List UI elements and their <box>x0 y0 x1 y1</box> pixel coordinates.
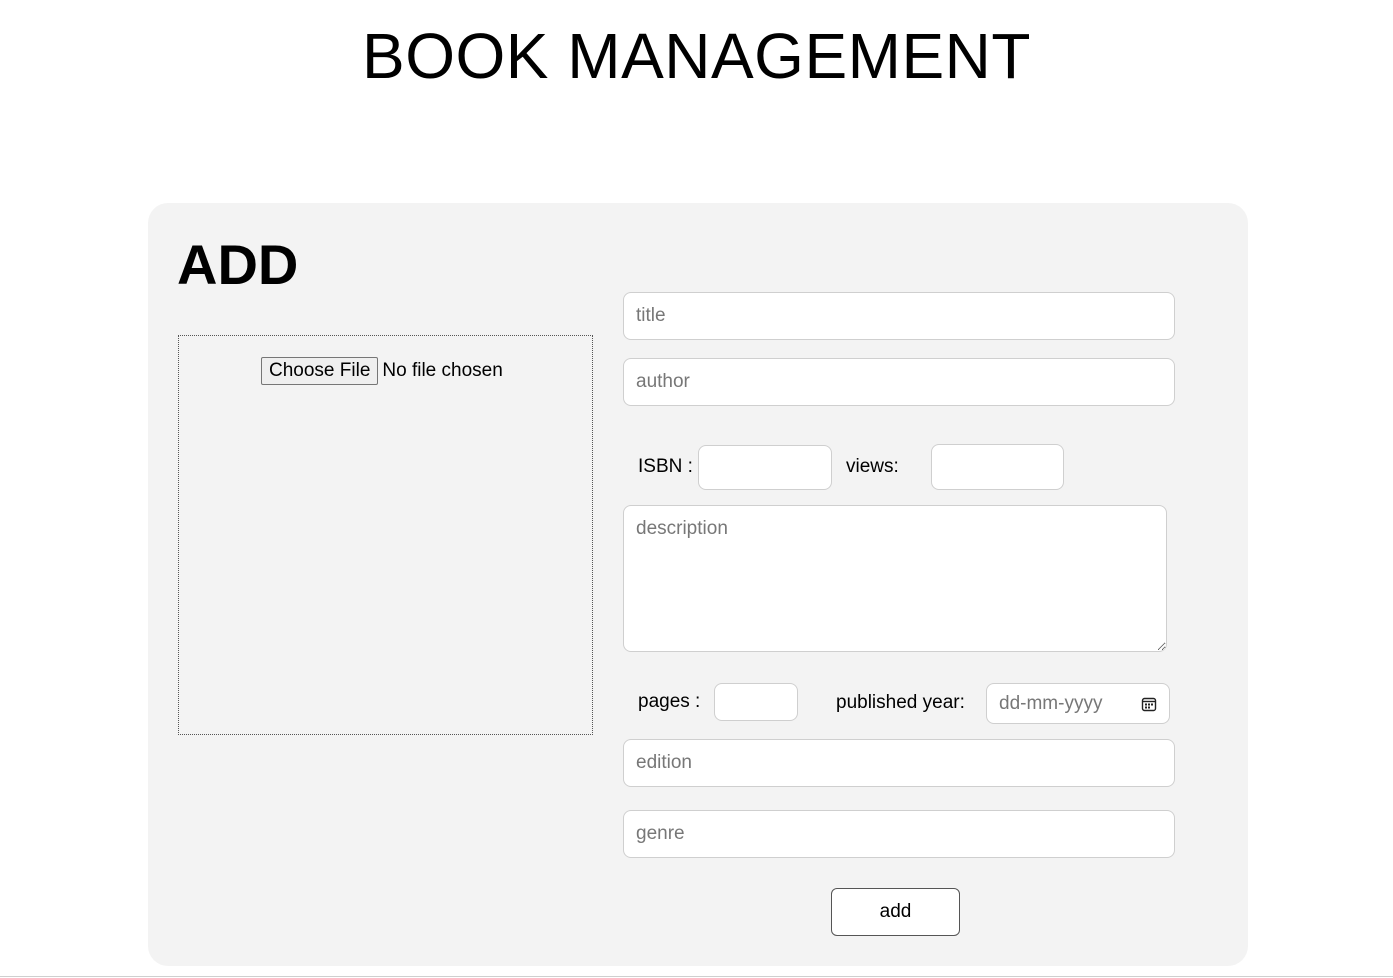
bottom-divider <box>0 976 1393 977</box>
choose-file-button[interactable]: Choose File <box>261 357 379 385</box>
date-placeholder: dd-mm-yyyy <box>999 692 1103 714</box>
page-title: BOOK MANAGEMENT <box>362 20 1031 92</box>
published-year-date-input[interactable]: dd-mm-yyyy <box>986 683 1170 724</box>
views-input[interactable] <box>931 444 1064 490</box>
calendar-icon[interactable] <box>1141 696 1157 712</box>
isbn-input[interactable] <box>698 445 832 490</box>
file-input[interactable]: Choose File No file chosen <box>261 357 503 385</box>
edition-input[interactable] <box>623 739 1175 787</box>
title-input[interactable] <box>623 292 1175 340</box>
pages-label: pages : <box>638 691 701 712</box>
description-textarea[interactable] <box>623 505 1167 652</box>
file-status-text: No file chosen <box>382 360 503 381</box>
isbn-label: ISBN : <box>638 456 693 477</box>
add-book-panel: ADD Choose File No file chosen ISBN : vi… <box>148 203 1248 966</box>
pages-input[interactable] <box>714 683 798 721</box>
published-year-label: published year: <box>836 692 965 713</box>
add-section-heading: ADD <box>177 233 299 296</box>
author-input[interactable] <box>623 358 1175 406</box>
image-dropzone[interactable]: Choose File No file chosen <box>178 335 593 735</box>
genre-input[interactable] <box>623 810 1175 858</box>
views-label: views: <box>846 456 899 477</box>
add-button[interactable]: add <box>831 888 960 936</box>
